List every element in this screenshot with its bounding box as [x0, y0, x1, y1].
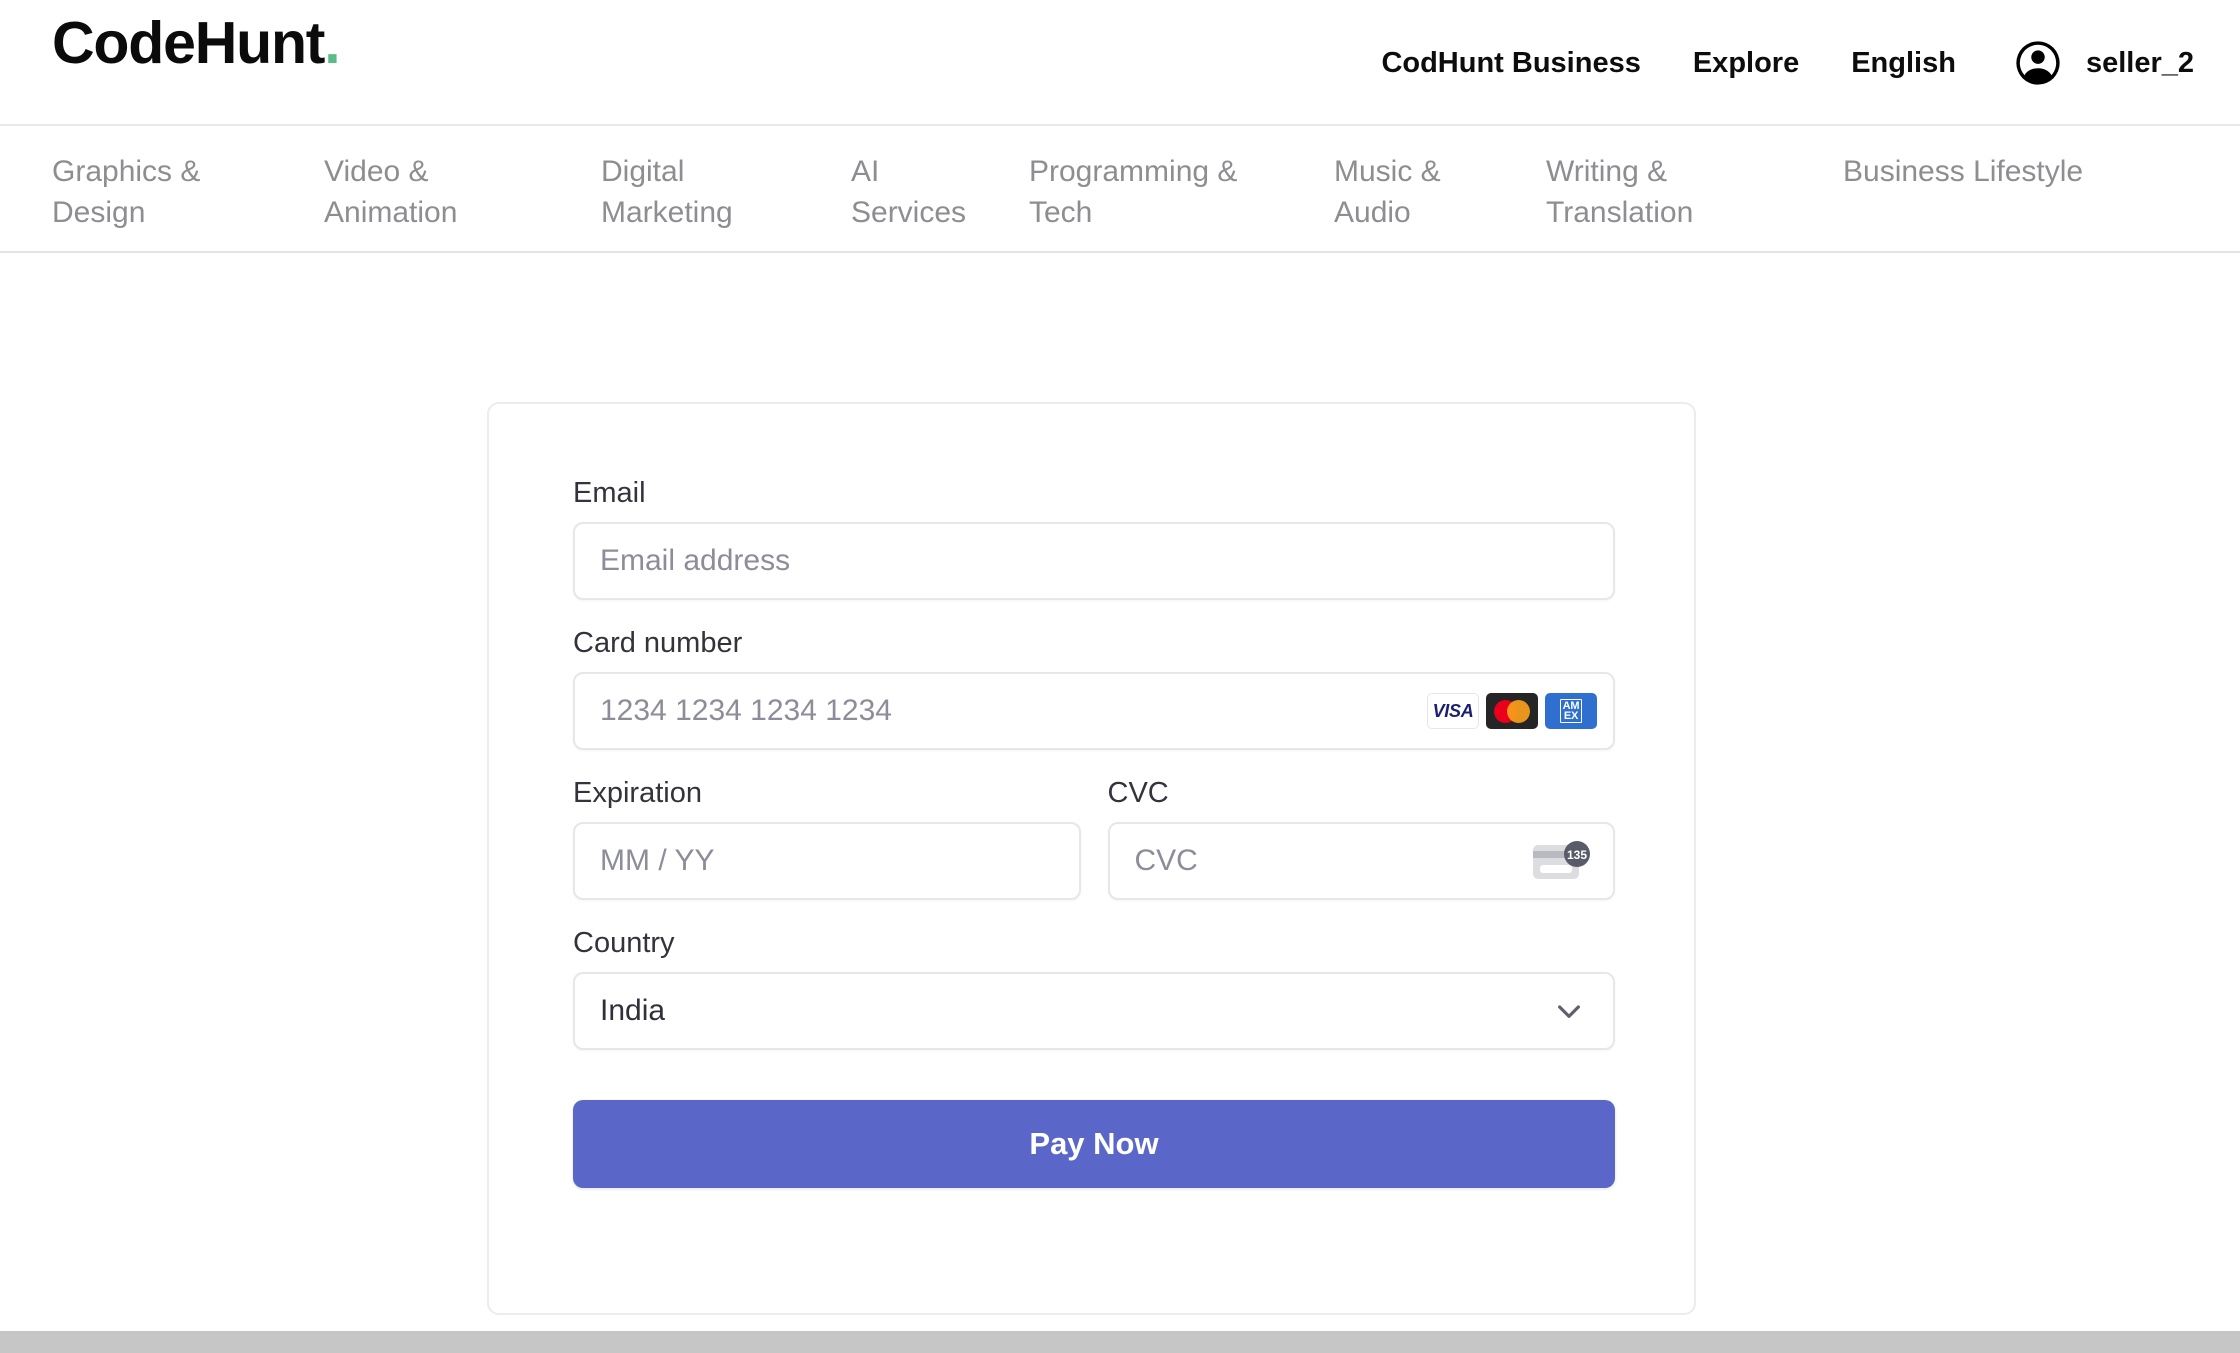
category-digital-marketing[interactable]: Digital Marketing	[601, 151, 851, 233]
explore-link[interactable]: Explore	[1667, 48, 1825, 78]
account-menu[interactable]: seller_2	[1982, 37, 2194, 89]
country-select[interactable]: India	[573, 972, 1615, 1050]
category-graphics-design[interactable]: Graphics & Design	[52, 151, 324, 233]
cvc-label: CVC	[1107, 777, 1169, 809]
visa-text: VISA	[1432, 700, 1474, 721]
email-field[interactable]: Email address	[573, 522, 1615, 600]
email-placeholder: Email address	[600, 544, 791, 577]
category-programming-tech[interactable]: Programming & Tech	[1029, 151, 1334, 233]
username-label: seller_2	[2085, 46, 2194, 79]
category-writing-translation[interactable]: Writing & Translation	[1546, 151, 1843, 233]
expiration-placeholder: MM / YY	[600, 844, 715, 877]
visa-icon: VISA	[1427, 693, 1479, 729]
payment-card-panel: Email Email address Card number 1234 123…	[487, 402, 1696, 1315]
country-selected-value: India	[600, 994, 666, 1027]
category-music-audio[interactable]: Music & Audio	[1334, 151, 1546, 233]
business-link[interactable]: CodHunt Business	[1355, 48, 1666, 78]
cvc-placeholder: CVC	[1134, 844, 1198, 877]
cvc-field[interactable]: CVC 135	[1107, 822, 1615, 900]
category-nav: Graphics & Design Video & Animation Digi…	[0, 126, 2240, 253]
language-link[interactable]: English	[1825, 48, 1982, 78]
expiration-field[interactable]: MM / YY	[573, 822, 1081, 900]
card-number-label: Card number	[573, 627, 743, 659]
expiration-label: Expiration	[573, 777, 702, 809]
horizontal-scrollbar[interactable]	[0, 1331, 2240, 1353]
card-number-placeholder: 1234 1234 1234 1234	[600, 694, 892, 727]
category-video-animation[interactable]: Video & Animation	[324, 151, 601, 233]
site-header: CodeHunt. CodHunt Business Explore Engli…	[0, 0, 2240, 126]
country-label: Country	[573, 927, 675, 959]
logo-text: CodeHunt	[52, 10, 325, 76]
mastercard-icon	[1486, 693, 1538, 729]
card-brand-icons: VISA AM EX	[1427, 693, 1597, 729]
cvc-hint-number: 135	[1567, 848, 1587, 862]
category-business-lifestyle[interactable]: Business Lifestyle	[1843, 151, 2083, 192]
account-circle-icon	[2012, 37, 2064, 89]
amex-line2: EX	[1563, 710, 1579, 722]
pay-now-button[interactable]: Pay Now	[573, 1100, 1615, 1188]
logo-dot: .	[324, 10, 340, 76]
site-logo[interactable]: CodeHunt.	[52, 14, 341, 73]
card-number-field[interactable]: 1234 1234 1234 1234 VISA AM EX	[573, 672, 1615, 750]
amex-icon: AM EX	[1545, 693, 1597, 729]
header-nav: CodHunt Business Explore English seller_…	[1355, 0, 2194, 126]
email-label: Email	[573, 477, 646, 509]
payment-form: Email Email address Card number 1234 123…	[573, 479, 1615, 1188]
category-ai-services[interactable]: AI Services	[851, 151, 1029, 233]
